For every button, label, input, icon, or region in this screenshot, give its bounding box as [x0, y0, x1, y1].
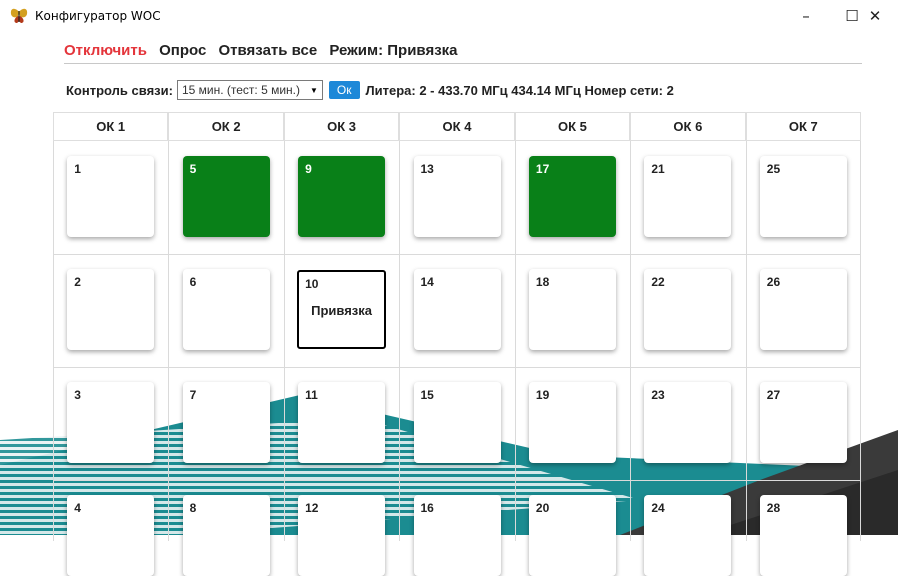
grid-line — [399, 141, 401, 541]
link-control-select[interactable]: 15 мин. (тест: 5 мин.) ▼ — [176, 80, 323, 100]
sensor-cell[interactable]: 18 — [528, 269, 616, 350]
sensor-cell[interactable]: 27 — [759, 382, 847, 463]
sensor-number: 9 — [305, 162, 312, 176]
sensor-cell[interactable]: 1 — [67, 156, 155, 237]
column-header: ОК 6 — [630, 112, 746, 141]
window-title: Конфигуратор WOC — [35, 9, 161, 23]
sensor-number: 14 — [420, 275, 434, 289]
sensor-cell[interactable]: 11 — [298, 382, 386, 463]
column-header: ОК 2 — [168, 112, 284, 141]
sensor-cell[interactable]: 14 — [413, 269, 501, 350]
grid-line — [745, 141, 747, 541]
sensor-number: 7 — [189, 388, 197, 402]
menu-divider — [64, 63, 862, 64]
grid-line — [53, 141, 54, 541]
title-bar: Конфигуратор WOC – ☐ ✕ — [0, 0, 898, 32]
sensor-number: 10 — [305, 277, 319, 291]
sensor-number: 21 — [651, 162, 665, 176]
sensor-cell[interactable]: 6 — [182, 269, 270, 350]
sensor-number: 25 — [766, 162, 781, 176]
minimize-button[interactable]: – — [783, 0, 829, 32]
control-row: Контроль связи: 15 мин. (тест: 5 мин.) ▼… — [66, 80, 674, 100]
sensor-cell[interactable]: 15 — [413, 382, 501, 463]
sensor-cell[interactable]: 20 — [528, 495, 616, 576]
sensor-cell[interactable]: 19 — [528, 382, 616, 463]
grid-line — [630, 141, 632, 541]
column-header: ОК 7 — [745, 112, 861, 141]
close-button[interactable]: ✕ — [852, 0, 898, 32]
grid-line — [514, 141, 516, 541]
sensor-cell[interactable]: 2 — [67, 269, 155, 350]
column-header: ОК 3 — [283, 112, 400, 141]
sensor-number: 4 — [74, 501, 81, 515]
menu-poll[interactable]: Опрос — [159, 42, 206, 59]
sensor-cell[interactable]: 13 — [413, 156, 501, 237]
sensor-number: 28 — [766, 501, 781, 515]
sensor-cell[interactable]: 28 — [759, 495, 847, 576]
dropdown-arrow-icon: ▼ — [309, 85, 318, 95]
sensor-number: 6 — [189, 275, 197, 289]
sensor-number: 3 — [74, 388, 81, 402]
grid-line — [53, 367, 861, 368]
sensor-cell[interactable]: 10 Привязка — [297, 270, 387, 349]
device-grid: ОК 1 ОК 2 ОК 3 ОК 4 ОК 5 ОК 6 ОК 7 1 5 9 13 17 21 25 2… — [53, 112, 861, 576]
grid-line — [283, 141, 285, 541]
ok-button[interactable]: Ок — [328, 81, 360, 99]
grid-line — [860, 141, 861, 541]
sensor-number: 13 — [420, 162, 434, 176]
sensor-cell[interactable]: 23 — [644, 382, 732, 463]
sensor-cell[interactable]: 9 — [298, 156, 386, 237]
grid-line — [53, 480, 861, 481]
sensor-number: 17 — [535, 162, 550, 176]
sensor-cell[interactable]: 3 — [67, 382, 155, 463]
column-header: ОК 5 — [514, 112, 631, 141]
link-control-label: Контроль связи: — [66, 82, 173, 98]
link-control-value: 15 мин. (тест: 5 мин.) — [181, 83, 300, 97]
sensor-cell[interactable]: 12 — [298, 495, 386, 576]
sensor-cell[interactable]: 22 — [644, 269, 732, 350]
sensor-number: 1 — [74, 162, 81, 176]
sensor-number: 24 — [651, 501, 665, 515]
sensor-cell[interactable]: 5 — [182, 156, 270, 237]
sensor-cell[interactable]: 21 — [644, 156, 732, 237]
column-header: ОК 4 — [399, 112, 515, 141]
sensor-cell[interactable]: 26 — [759, 269, 847, 350]
menu-disconnect[interactable]: Отключить — [64, 42, 147, 59]
sensor-number: 16 — [420, 501, 434, 515]
sensor-number: 11 — [305, 388, 318, 402]
menu-bar: Отключить Опрос Отвязать все Режим: Прив… — [64, 42, 466, 59]
grid-line — [53, 254, 861, 255]
menu-unbind-all[interactable]: Отвязать все — [219, 42, 318, 59]
sensor-number: 20 — [535, 501, 550, 515]
sensor-cell[interactable]: 7 — [182, 382, 270, 463]
sensor-cell[interactable]: 25 — [759, 156, 847, 237]
sensor-cell[interactable]: 16 — [413, 495, 501, 576]
butterfly-icon — [10, 8, 28, 23]
grid-line — [168, 141, 170, 541]
sensor-number: 27 — [766, 388, 781, 402]
sensor-number: 2 — [74, 275, 81, 289]
sensor-cell[interactable]: 4 — [67, 495, 155, 576]
sensor-number: 8 — [189, 501, 197, 515]
sensor-number: 15 — [420, 388, 434, 402]
sensor-number: 26 — [766, 275, 781, 289]
sensor-number: 23 — [651, 388, 665, 402]
sensor-number: 19 — [535, 388, 550, 402]
sensor-number: 5 — [189, 162, 197, 176]
sensor-status: Привязка — [311, 303, 372, 318]
sensor-cell[interactable]: 17 — [528, 156, 616, 237]
sensor-number: 18 — [535, 275, 550, 289]
sensor-cell[interactable]: 8 — [182, 495, 270, 576]
menu-mode[interactable]: Режим: Привязка — [329, 42, 457, 59]
sensor-number: 12 — [305, 501, 319, 515]
sensor-number: 22 — [651, 275, 665, 289]
sensor-cell[interactable]: 24 — [644, 495, 732, 576]
column-header: ОК 1 — [53, 112, 169, 141]
frequency-info: Литера: 2 - 433.70 МГц 434.14 МГц Номер … — [365, 82, 674, 98]
